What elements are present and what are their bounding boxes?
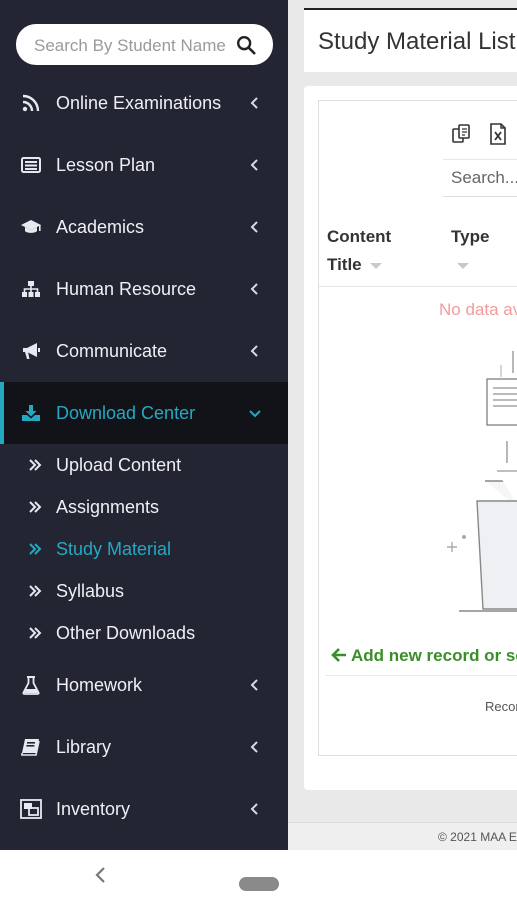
content-card: Content Title Type No data available in …: [304, 86, 517, 790]
sidebar-menu: Online Examinations Lesson Plan Academic…: [0, 72, 288, 840]
footer: © 2021 MAA Education: [288, 822, 517, 850]
double-chevron-right-icon: [29, 543, 42, 555]
sidebar-item-label: Homework: [56, 674, 143, 695]
sidebar: Online Examinations Lesson Plan: [0, 0, 288, 850]
double-chevron-right-icon: [29, 627, 42, 639]
submenu-item-other-downloads[interactable]: Other Downloads: [0, 612, 288, 654]
chevron-down-icon: [249, 410, 261, 418]
column-header-label: Title: [327, 255, 362, 274]
rss-icon: [20, 92, 42, 114]
flask-icon: [20, 674, 42, 696]
sidebar-item-communicate[interactable]: Communicate: [0, 320, 288, 382]
column-header-label: Content: [327, 227, 392, 246]
sidebar-item-inventory[interactable]: Inventory: [0, 778, 288, 840]
sidebar-item-academics[interactable]: Academics: [0, 196, 288, 258]
sidebar-item-label: Lesson Plan: [56, 154, 156, 175]
sidebar-item-label: Communicate: [56, 340, 168, 361]
submenu-item-label: Syllabus: [56, 580, 125, 601]
double-chevron-right-icon: [29, 459, 42, 471]
sidebar-item-label: Library: [56, 736, 112, 757]
add-record-text: Add new record or search with different …: [351, 646, 517, 665]
submenu-item-label: Upload Content: [56, 454, 182, 475]
sort-caret-icon: [457, 262, 469, 269]
copy-icon[interactable]: [451, 123, 473, 145]
download-center-submenu: Upload Content Assignments Study Materia…: [0, 444, 288, 654]
arrow-left-icon: [331, 648, 346, 662]
sort-caret-icon: [369, 262, 382, 269]
double-chevron-right-icon: [29, 501, 42, 513]
submenu-item-study-material[interactable]: Study Material: [0, 528, 288, 570]
screen: Online Examinations Lesson Plan: [0, 0, 517, 900]
sidebar-item-label: Academics: [56, 216, 145, 237]
header-divider: [319, 286, 517, 287]
copyright-text: © 2021 MAA Education: [438, 830, 517, 844]
chevron-left-icon: [250, 221, 258, 233]
book-icon: [20, 736, 42, 758]
student-search-input[interactable]: [32, 32, 232, 59]
chevron-left-icon: [250, 741, 258, 753]
system-navigation-bar: [0, 850, 517, 900]
back-icon[interactable]: [90, 864, 112, 886]
search-icon[interactable]: [235, 34, 257, 56]
chevron-left-icon: [250, 803, 258, 815]
add-record-divider: [325, 675, 517, 676]
sitemap-icon: [20, 278, 42, 300]
add-record-hint: Add new record or search with different …: [331, 646, 517, 666]
bullhorn-icon: [20, 340, 42, 362]
table-search-box: [443, 159, 517, 197]
column-header-content-title[interactable]: Content Title: [327, 223, 391, 279]
sidebar-item-online-examinations[interactable]: Online Examinations: [0, 72, 288, 134]
main-content: Study Material List Content: [288, 0, 517, 850]
list-alt-icon: [20, 154, 42, 176]
submenu-item-label: Other Downloads: [56, 622, 196, 643]
sidebar-item-label: Online Examinations: [56, 92, 222, 113]
sidebar-item-lesson-plan[interactable]: Lesson Plan: [0, 134, 288, 196]
table-panel: Content Title Type No data available in …: [318, 100, 517, 756]
object-group-icon: [20, 798, 42, 820]
chevron-left-icon: [250, 159, 258, 171]
chevron-left-icon: [250, 283, 258, 295]
chevron-left-icon: [250, 97, 258, 109]
column-header-type[interactable]: Type: [451, 223, 489, 279]
sidebar-item-human-resource[interactable]: Human Resource: [0, 258, 288, 320]
home-pill[interactable]: [239, 877, 279, 891]
double-chevron-right-icon: [29, 585, 42, 597]
sidebar-item-download-center[interactable]: Download Center: [0, 382, 288, 444]
page-header: Study Material List: [304, 8, 517, 72]
chevron-left-icon: [250, 679, 258, 691]
submenu-item-upload-content[interactable]: Upload Content: [0, 444, 288, 486]
chevron-left-icon: [250, 345, 258, 357]
submenu-item-assignments[interactable]: Assignments: [0, 486, 288, 528]
sidebar-item-library[interactable]: Library: [0, 716, 288, 778]
empty-table-message: No data available in table: [439, 300, 517, 319]
page-title: Study Material List: [318, 28, 516, 55]
empty-folder-illustration: [447, 351, 517, 612]
sidebar-item-label: Download Center: [56, 402, 196, 423]
table-search-input[interactable]: [443, 160, 517, 196]
sidebar-item-homework[interactable]: Homework: [0, 654, 288, 716]
download-icon: [20, 402, 42, 424]
sidebar-item-label: Inventory: [56, 798, 131, 819]
student-search-box: [16, 24, 273, 65]
excel-icon[interactable]: [487, 123, 509, 145]
submenu-item-syllabus[interactable]: Syllabus: [0, 570, 288, 612]
column-header-label: Type: [451, 227, 490, 246]
submenu-item-label: Study Material: [56, 538, 172, 559]
submenu-item-label: Assignments: [56, 496, 160, 517]
sidebar-item-label: Human Resource: [56, 278, 197, 299]
records-info: Records: 0 to 0 of 0: [485, 699, 517, 714]
graduation-cap-icon: [20, 216, 42, 238]
